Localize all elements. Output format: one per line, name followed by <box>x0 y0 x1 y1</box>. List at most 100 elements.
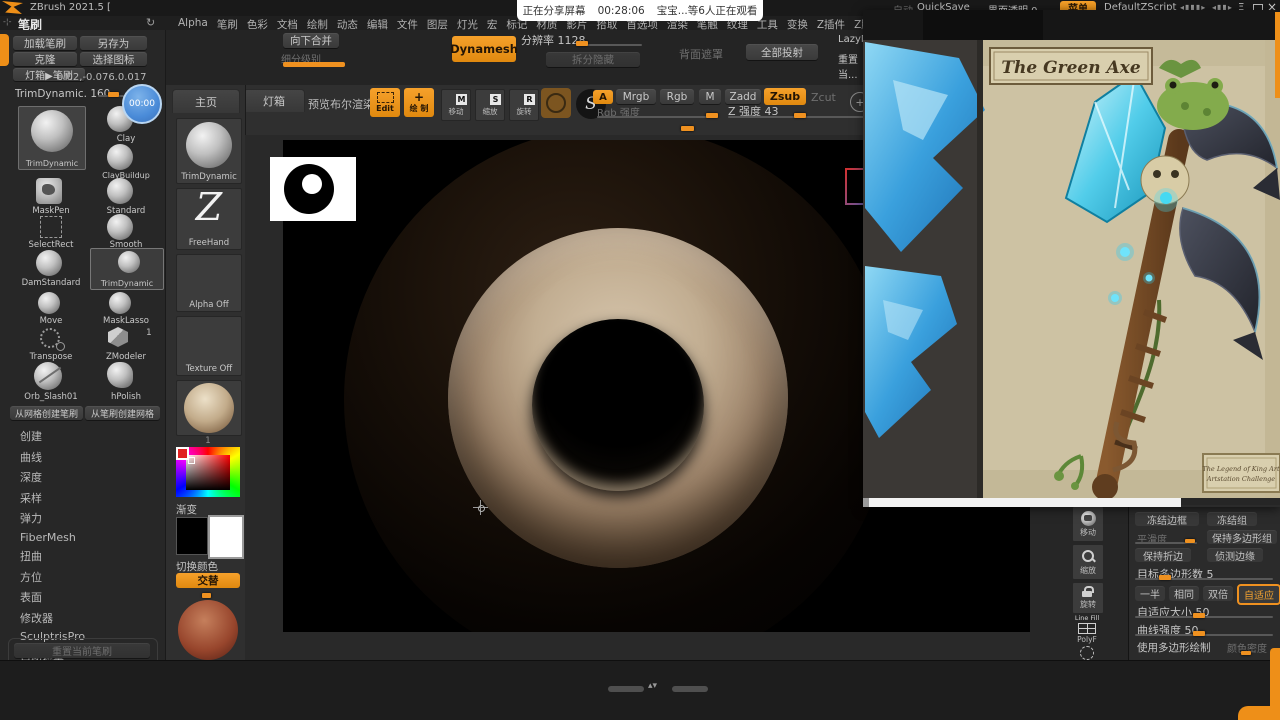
target-polygons-handle[interactable] <box>1159 575 1171 580</box>
section-surface[interactable]: 表面 <box>20 589 97 605</box>
section-fibermesh[interactable]: FiberMesh <box>20 531 97 544</box>
adapt-button[interactable]: 自适应 <box>1237 584 1280 605</box>
tray-divider-right[interactable] <box>672 686 708 692</box>
texture-tile[interactable]: Texture Off <box>176 316 242 376</box>
scale-gizmo-button[interactable]: S 缩放 <box>475 89 505 121</box>
zcut-button[interactable]: Zcut <box>811 91 836 104</box>
brush-move-label[interactable]: Move <box>18 316 84 326</box>
preview-boolean-button[interactable]: 预览布尔渲染 <box>308 96 374 112</box>
polyframe-button[interactable]: Line Fill PolyF <box>1072 614 1102 644</box>
panel-drag-handle[interactable]: -¦- <box>3 17 11 26</box>
focal-shift-handle[interactable] <box>681 126 694 131</box>
create-mesh-from-brush-button[interactable]: 从笔刷创建网格 <box>85 406 160 420</box>
gradient-label[interactable]: 渐变 <box>176 502 197 517</box>
smooth-slider-handle[interactable] <box>1185 539 1195 543</box>
half-button[interactable]: 一半 <box>1135 586 1165 601</box>
edit-button[interactable]: Edit <box>370 88 400 117</box>
brush-move-icon[interactable] <box>38 292 60 314</box>
brush-zmodeler-icon[interactable] <box>108 327 128 347</box>
draw-button[interactable]: + 绘 制 <box>404 88 434 117</box>
adaptive-size-handle[interactable] <box>1193 613 1205 618</box>
reset-current-brush-button[interactable]: 重置当前笔刷 <box>14 643 150 658</box>
brush-size-slider-label[interactable]: TrimDynamic. 160 <box>15 88 110 100</box>
double-button[interactable]: 双倍 <box>1203 586 1233 601</box>
zadd-button[interactable]: Zadd <box>725 89 761 104</box>
scroll-canvas-button[interactable]: 移动 <box>1072 506 1104 542</box>
create-brush-from-mesh-button[interactable]: 从网格创建笔刷 <box>10 406 83 420</box>
select-icon-button[interactable]: 选择图标 <box>80 52 147 66</box>
freeze-groups-button[interactable]: 冻结组 <box>1207 512 1257 527</box>
section-create[interactable]: 创建 <box>20 428 97 444</box>
mrgb-button[interactable]: Mrgb <box>616 89 656 104</box>
tab-lightbox[interactable]: 灯箱 <box>243 89 305 112</box>
save-as-button[interactable]: 另存为 <box>80 36 147 50</box>
move-gizmo-button[interactable]: M 移动 <box>441 89 471 121</box>
brush-zmodeler-label[interactable]: ZModeler <box>92 352 160 362</box>
keep-creases-button[interactable]: 保持折边 <box>1135 548 1191 563</box>
secondary-color-swatch[interactable] <box>176 517 208 555</box>
current-brush-tile[interactable]: TrimDynamic <box>176 118 242 184</box>
brush-hpolish-icon[interactable] <box>107 362 133 388</box>
section-orientation[interactable]: 方位 <box>20 569 97 585</box>
rotate-canvas-button[interactable]: 旋转 <box>1072 582 1104 614</box>
brush-standard-icon[interactable] <box>107 178 133 204</box>
brush-maskpen-label[interactable]: MaskPen <box>18 206 84 216</box>
merge-down-button[interactable]: 向下合并 <box>283 33 339 48</box>
material-slider-handle[interactable] <box>202 593 211 598</box>
clone-button[interactable]: 克隆 <box>13 52 77 66</box>
rgb-intensity-slider[interactable] <box>597 116 717 118</box>
tray-divider-arrows-icon[interactable]: ▴▾ <box>648 681 657 691</box>
reference-window[interactable]: The Green Axe The Legend of King Art Art… <box>863 10 1280 507</box>
refresh-icon[interactable]: ↻ <box>146 16 155 29</box>
section-modifiers[interactable]: 修改器 <box>20 610 97 626</box>
keep-groups-button[interactable]: 保持多边形组 <box>1207 530 1277 545</box>
curve-strength-handle[interactable] <box>1193 631 1205 636</box>
current-stroke-tile[interactable]: Z FreeHand <box>176 185 242 250</box>
backface-mask-button[interactable]: 背面遮罩 <box>679 46 723 62</box>
same-button[interactable]: 相同 <box>1169 586 1199 601</box>
brush-masklasso-icon[interactable] <box>109 292 131 314</box>
use-polypaint-button[interactable]: 使用多边形绘制 <box>1137 640 1211 655</box>
brush-damstandard-label[interactable]: DamStandard <box>18 278 84 288</box>
current-material-sphere[interactable] <box>178 600 238 660</box>
brush-trimdynamic-selected[interactable]: TrimDynamic <box>18 106 86 170</box>
detect-edges-button[interactable]: 侦测边缘 <box>1207 548 1263 563</box>
target-polygons-slider[interactable] <box>1135 578 1273 580</box>
switch-color-label[interactable]: 切换颜色 <box>176 559 218 574</box>
brush-selectrect-icon[interactable] <box>40 216 62 238</box>
rotate-gizmo-button[interactable]: R 旋转 <box>509 89 539 121</box>
brush-damstandard-icon[interactable] <box>36 250 62 276</box>
section-curve[interactable]: 曲线 <box>20 449 97 465</box>
project-all-button[interactable]: 全部投射 <box>746 44 818 60</box>
resolution-slider[interactable] <box>584 44 642 46</box>
tray-divider-left[interactable] <box>608 686 644 692</box>
load-brush-button[interactable]: 加载笔刷 <box>13 36 77 50</box>
brush-size-handle[interactable] <box>108 92 119 97</box>
sdiv-slider[interactable] <box>283 62 345 67</box>
brush-masklasso-label[interactable]: MaskLasso <box>92 316 160 326</box>
alternate-button[interactable]: 交替 <box>176 573 240 588</box>
brush-clay-label[interactable]: Clay <box>92 134 160 144</box>
section-depth[interactable]: 深度 <box>20 469 97 485</box>
m-button[interactable]: M <box>699 89 721 104</box>
brush-trimdynamic2[interactable]: TrimDynamic <box>90 248 164 290</box>
primary-color-swatch[interactable] <box>208 515 244 559</box>
brush-selectrect-label[interactable]: SelectRect <box>18 240 84 250</box>
brush-claybuildup-icon[interactable] <box>107 144 133 170</box>
dynamesh-button[interactable]: Dynamesh <box>450 36 518 62</box>
reset-button-partial[interactable]: 重置当... <box>838 51 863 81</box>
tab-home[interactable]: 主页 <box>172 89 240 113</box>
color-density-handle[interactable] <box>1241 651 1251 655</box>
brush-transpose-label[interactable]: Transpose <box>18 352 84 362</box>
a-toggle-button[interactable]: A <box>593 90 613 104</box>
freeze-border-button[interactable]: 冻结边框 <box>1135 512 1199 527</box>
split-hidden-button[interactable]: 拆分隐藏 <box>546 52 640 67</box>
brush-orbslash-label[interactable]: Orb_Slash01 <box>18 392 84 402</box>
zoom-canvas-button[interactable]: 缩放 <box>1072 544 1104 580</box>
brush-hpolish-label[interactable]: hPolish <box>92 392 160 402</box>
reference-titlebar[interactable] <box>863 10 1280 40</box>
z-intensity-handle[interactable] <box>794 113 806 118</box>
color-picker[interactable] <box>176 447 240 497</box>
section-samples[interactable]: 采样 <box>20 490 97 506</box>
section-twist[interactable]: 扭曲 <box>20 548 97 564</box>
